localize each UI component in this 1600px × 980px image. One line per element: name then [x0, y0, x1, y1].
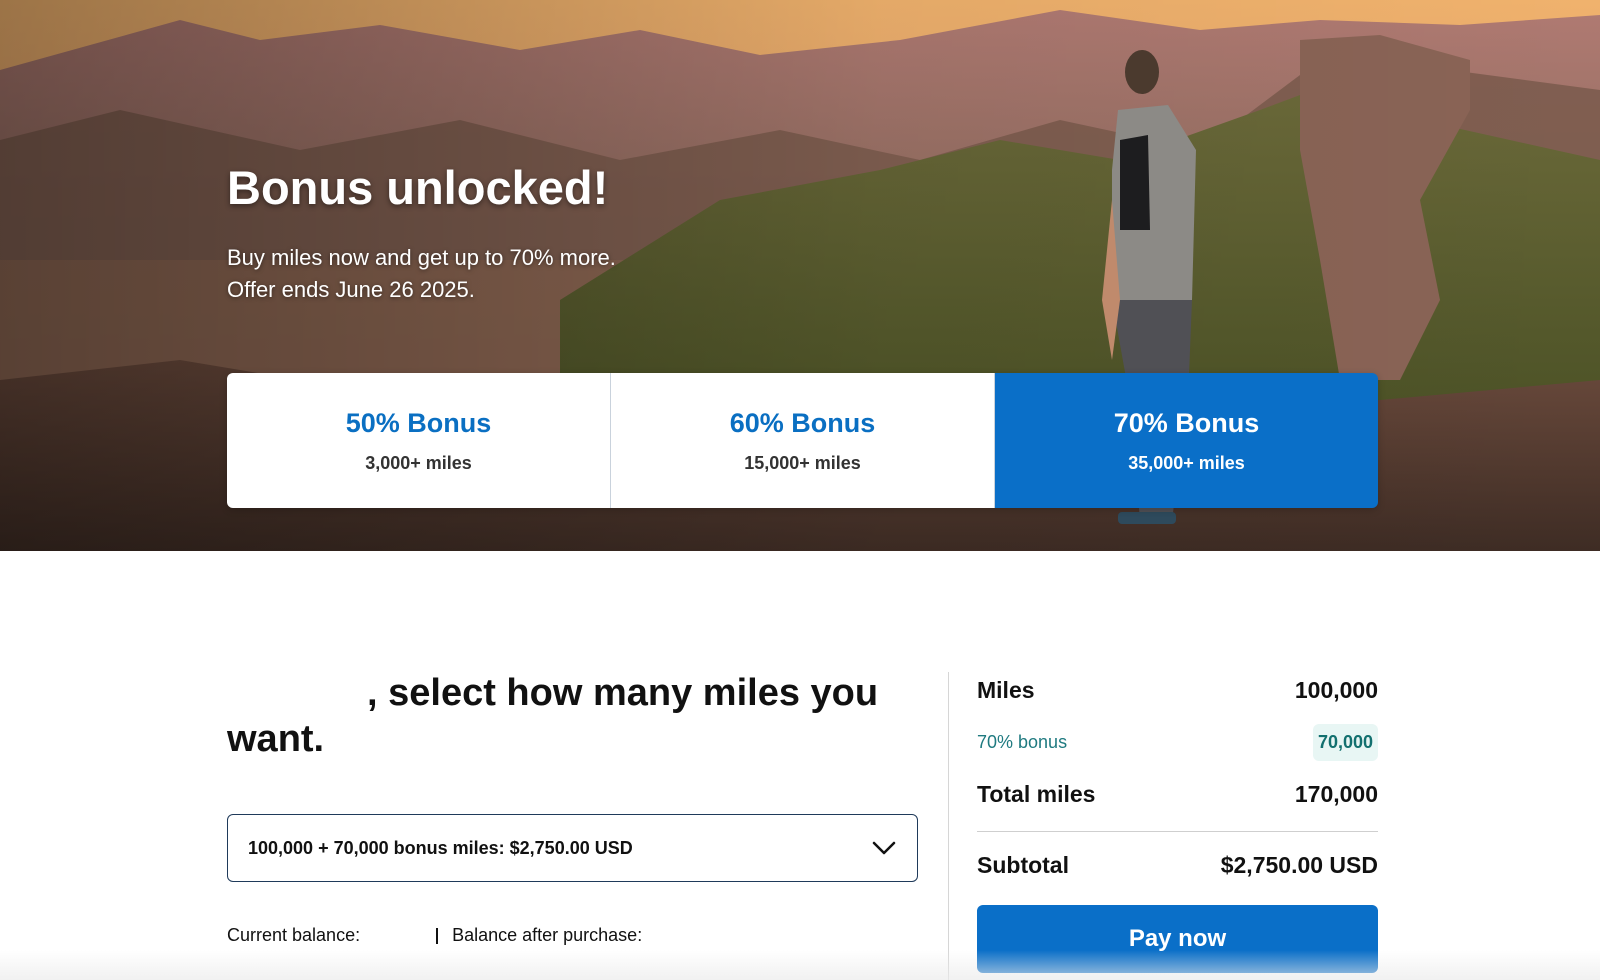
tier-name: 70% Bonus — [1113, 407, 1260, 438]
pay-now-button[interactable]: Pay now — [977, 905, 1378, 973]
summary-bonus-row: 70% bonus 70,000 — [977, 722, 1378, 762]
subtotal-value: $2,750.00 USD — [1220, 851, 1378, 878]
current-balance-label: Current balance: — [227, 925, 361, 945]
bonus-value-badge: 70,000 — [1312, 723, 1378, 761]
bonus-tier-selector: 50% Bonus 3,000+ miles 60% Bonus 15,000+… — [227, 373, 1378, 508]
balance-info: Current balance: Balance after purchase: — [227, 925, 642, 946]
subtotal-label: Subtotal — [977, 851, 1069, 878]
miles-package-dropdown[interactable]: 100,000 + 70,000 bonus miles: $2,750.00 … — [227, 814, 918, 882]
balance-after-label: Balance after purchase: — [452, 925, 643, 945]
summary-subtotal-row: Subtotal $2,750.00 USD — [977, 847, 1378, 883]
total-miles-value: 170,000 — [1294, 780, 1378, 807]
tier-name: 60% Bonus — [729, 407, 876, 438]
tier-name: 50% Bonus — [345, 407, 492, 438]
hero-offer-end: Offer ends June 26 2025. — [227, 277, 475, 302]
hero-subtitle-line: Buy miles now and get up to 70% more. — [227, 245, 616, 270]
bonus-tier-50[interactable]: 50% Bonus 3,000+ miles — [227, 373, 611, 508]
hero-subtitle: Buy miles now and get up to 70% more. Of… — [227, 242, 616, 306]
total-miles-label: Total miles — [977, 780, 1096, 807]
summary-miles-row: Miles 100,000 — [977, 672, 1378, 708]
summary-total-row: Total miles 170,000 — [977, 776, 1378, 812]
summary-divider — [977, 831, 1378, 832]
tier-minimum: 3,000+ miles — [365, 452, 472, 473]
hero-banner: Bonus unlocked! Buy miles now and get up… — [0, 0, 1600, 551]
dropdown-selected-value: 100,000 + 70,000 bonus miles: $2,750.00 … — [248, 837, 633, 858]
column-divider — [948, 672, 949, 980]
tier-minimum: 15,000+ miles — [744, 452, 861, 473]
hero-title: Bonus unlocked! — [227, 161, 609, 214]
order-summary: Miles 100,000 70% bonus 70,000 Total mil… — [977, 672, 1378, 883]
miles-label: Miles — [977, 676, 1035, 703]
bonus-tier-70[interactable]: 70% Bonus 35,000+ miles — [995, 373, 1378, 508]
miles-value: 100,000 — [1294, 676, 1378, 703]
tier-minimum: 35,000+ miles — [1128, 452, 1245, 473]
heading-text: , select how many miles you want. — [227, 672, 879, 760]
bonus-tier-60[interactable]: 60% Bonus 15,000+ miles — [611, 373, 995, 508]
chevron-down-icon — [872, 841, 896, 855]
balance-separator — [436, 927, 439, 944]
bonus-label: 70% bonus — [977, 731, 1068, 752]
miles-selection-heading: , select how many miles you want. — [227, 670, 907, 762]
